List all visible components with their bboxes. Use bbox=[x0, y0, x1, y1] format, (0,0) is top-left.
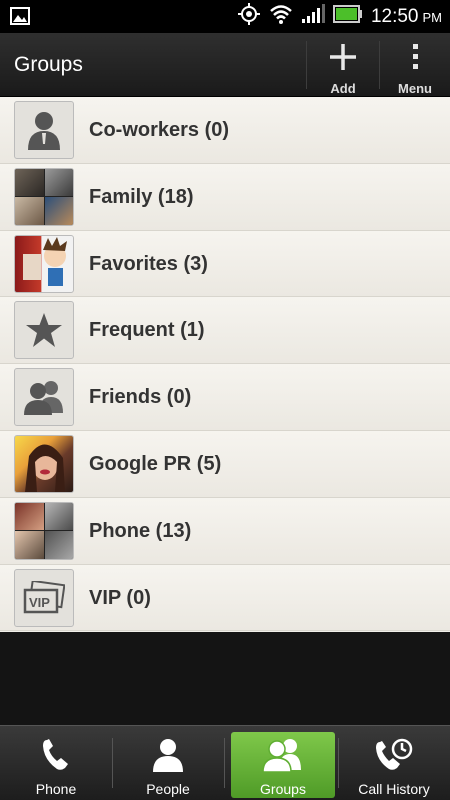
status-bar: 12:50 PM bbox=[0, 0, 450, 33]
group-name: Favorites (3) bbox=[89, 252, 208, 275]
favorites-photo bbox=[14, 234, 74, 293]
group-row-friends[interactable]: Friends (0) bbox=[0, 364, 450, 431]
group-row-google-pr[interactable]: Google PR (5) bbox=[0, 430, 450, 498]
add-button-label: Add bbox=[330, 81, 356, 96]
group-name: Family (18) bbox=[89, 185, 194, 208]
svg-text:VIP: VIP bbox=[29, 595, 50, 610]
group-name: Friends (0) bbox=[89, 386, 192, 409]
group-name: Co-workers (0) bbox=[89, 119, 230, 141]
person-icon bbox=[151, 738, 185, 777]
page-title: Groups bbox=[14, 53, 83, 76]
person-icon bbox=[14, 101, 74, 159]
tab-divider bbox=[112, 738, 113, 788]
group-row-phone[interactable]: Phone (13) bbox=[0, 497, 450, 565]
wifi-icon bbox=[269, 4, 293, 29]
group-row-favorites[interactable]: Favorites (3) bbox=[0, 230, 450, 298]
tab-people[interactable]: People bbox=[116, 732, 220, 798]
people-icon bbox=[14, 368, 74, 427]
plus-icon bbox=[328, 42, 358, 77]
phone-icon bbox=[41, 738, 71, 777]
family-photo-collage bbox=[14, 167, 74, 226]
gps-icon bbox=[237, 2, 261, 31]
tab-label: Phone bbox=[35, 781, 77, 797]
vip-icon: VIP bbox=[14, 568, 74, 627]
call-history-icon bbox=[374, 738, 414, 777]
tab-call-history[interactable]: Call History bbox=[342, 732, 446, 798]
signal-icon bbox=[301, 4, 325, 29]
tab-divider bbox=[224, 738, 225, 788]
tab-label: People bbox=[146, 781, 190, 797]
group-name: VIP (0) bbox=[89, 586, 151, 609]
empty-area bbox=[0, 632, 450, 725]
tab-label: Call History bbox=[358, 781, 430, 797]
menu-button[interactable]: Menu bbox=[380, 33, 450, 97]
group-row-vip[interactable]: VIP VIP (0) bbox=[0, 564, 450, 632]
tab-phone[interactable]: Phone bbox=[4, 732, 108, 798]
star-icon bbox=[14, 301, 74, 360]
action-bar-divider bbox=[306, 41, 307, 89]
group-name: Frequent (1) bbox=[89, 319, 205, 342]
clock-time: 12:50 bbox=[370, 5, 419, 27]
google-pr-photo bbox=[14, 434, 74, 493]
tab-bar: Phone People Groups Call History bbox=[0, 725, 450, 800]
tab-groups[interactable]: Groups bbox=[231, 732, 335, 798]
image-notification-icon bbox=[10, 7, 30, 25]
group-name: Phone (13) bbox=[89, 519, 192, 542]
add-button[interactable]: Add bbox=[308, 33, 378, 97]
phone-group-photo-collage bbox=[14, 501, 74, 560]
group-row-frequent[interactable]: Frequent (1) bbox=[0, 297, 450, 365]
overflow-menu-icon bbox=[410, 42, 420, 77]
group-list: Co-workers (0) Family (18) Favorites (3)… bbox=[0, 97, 450, 632]
group-row-co-workers[interactable]: Co-workers (0) bbox=[0, 97, 450, 164]
menu-button-label: Menu bbox=[398, 81, 432, 96]
clock: 12:50 PM bbox=[371, 6, 442, 28]
battery-icon bbox=[332, 5, 363, 28]
clock-ampm: PM bbox=[422, 9, 443, 25]
tab-divider bbox=[338, 738, 339, 788]
group-row-family[interactable]: Family (18) bbox=[0, 163, 450, 231]
people-icon bbox=[262, 738, 304, 777]
tab-label: Groups bbox=[260, 781, 306, 797]
action-bar: Groups Add Menu bbox=[0, 33, 450, 97]
group-name: Google PR (5) bbox=[89, 452, 222, 475]
